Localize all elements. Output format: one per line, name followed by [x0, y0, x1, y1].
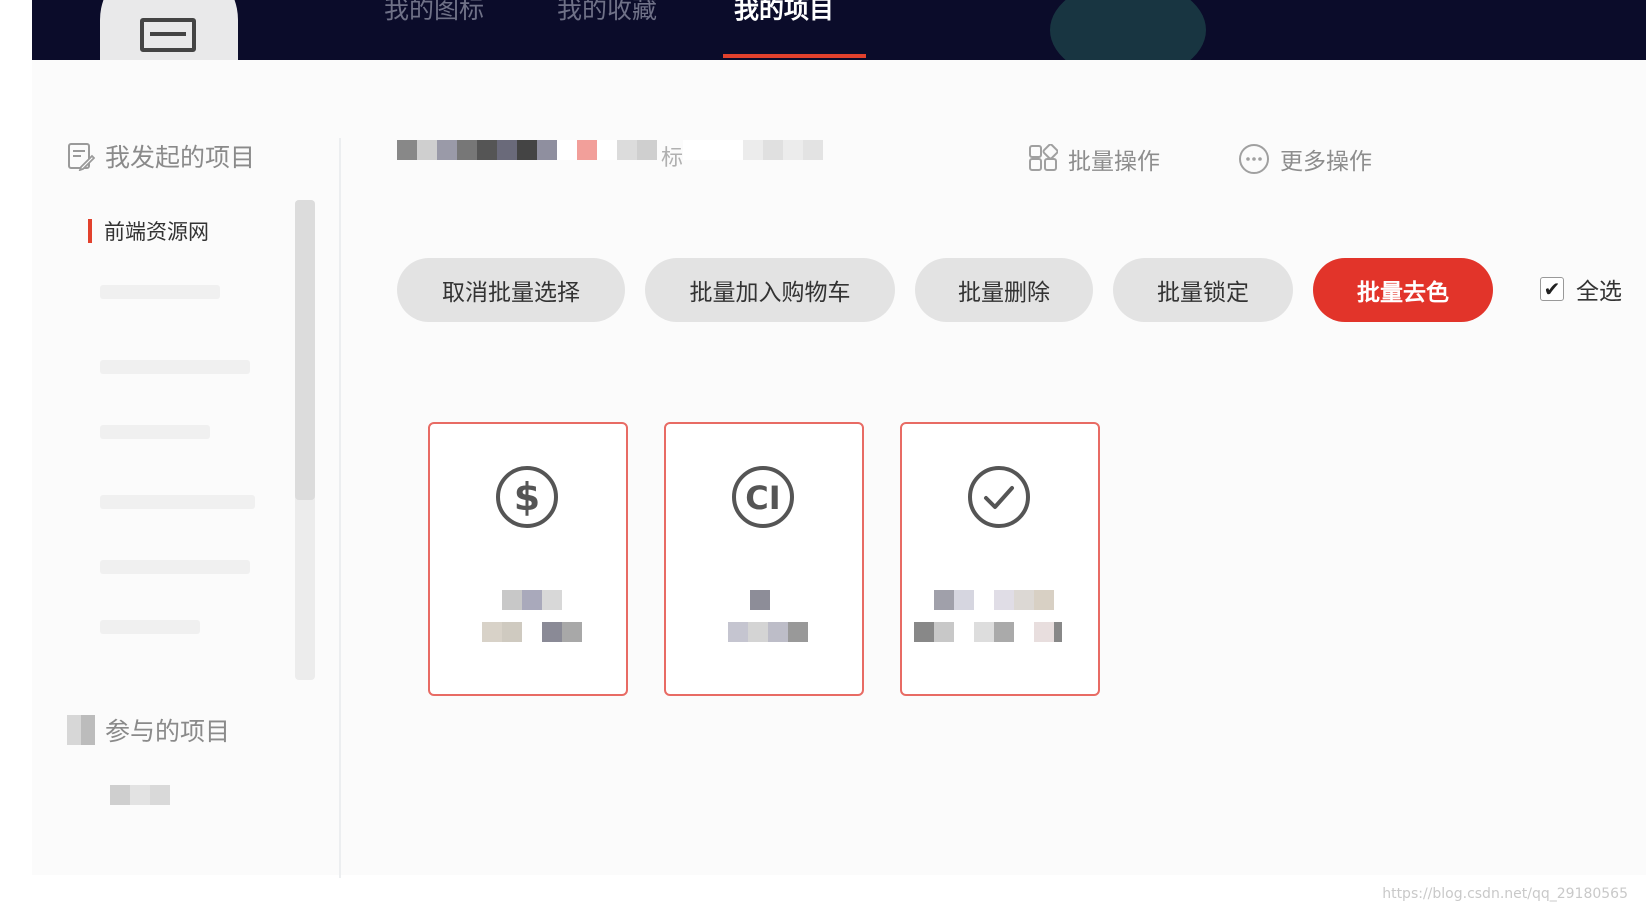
tab-my-projects[interactable]: 我的项目: [734, 0, 834, 60]
blurred-project-item[interactable]: [100, 425, 210, 439]
grid-select-icon: [1029, 144, 1058, 171]
sidebar-scrollbar[interactable]: [295, 200, 315, 680]
icon-card[interactable]: [900, 422, 1100, 696]
blurred-project-item[interactable]: [100, 620, 200, 634]
more-ops-link[interactable]: 更多操作: [1238, 142, 1372, 176]
sidebar-divider: [339, 138, 341, 878]
batch-decolor-button[interactable]: 批量去色: [1313, 258, 1493, 322]
blurred-project-item[interactable]: [100, 495, 255, 509]
project-title-blurred: 标: [397, 140, 824, 172]
svg-text:$: $: [514, 475, 540, 519]
top-nav-bar: 我的图标 我的收藏 我的项目: [32, 0, 1646, 60]
svg-text:CI: CI: [745, 479, 780, 517]
joined-projects-section-title: 参与的项目: [67, 712, 230, 748]
blurred-project-item[interactable]: [100, 285, 220, 299]
card-meta-blurred: [914, 622, 1062, 642]
more-dots-icon: [1239, 144, 1269, 174]
tab-my-favorites[interactable]: 我的收藏: [557, 0, 657, 60]
icon-card[interactable]: $: [428, 422, 628, 696]
dollar-circle-icon: $: [494, 464, 560, 530]
ci-circle-icon: CI: [730, 464, 796, 530]
card-meta-blurred: [728, 622, 808, 642]
icon-card[interactable]: CI: [664, 422, 864, 696]
select-all-checkbox[interactable]: ✔: [1540, 277, 1564, 301]
tab-my-projects-label: 我的项目: [734, 0, 835, 24]
more-ops-label: 更多操作: [1280, 149, 1372, 175]
tab-my-icons[interactable]: 我的图标: [384, 0, 484, 60]
cancel-batch-select-button[interactable]: 取消批量选择: [397, 258, 625, 322]
batch-ops-label: 批量操作: [1068, 149, 1160, 175]
avatar-box-icon: [140, 18, 196, 52]
my-projects-title-text: 我发起的项目: [105, 143, 256, 172]
tab-my-icons-label: 我的图标: [384, 0, 485, 24]
batch-delete-button[interactable]: 批量删除: [915, 258, 1093, 322]
joined-projects-title-text: 参与的项目: [105, 717, 231, 746]
blurred-project-item[interactable]: [100, 360, 250, 374]
select-all-label: 全选: [1576, 279, 1622, 305]
watermark: https://blog.csdn.net/qq_29180565: [1382, 886, 1628, 902]
sidebar-project-active-label: 前端资源网: [104, 220, 209, 244]
card-name-blurred: [750, 590, 770, 610]
sidebar-project-active[interactable]: 前端资源网: [88, 216, 209, 246]
edit-document-icon: [68, 143, 95, 171]
select-all-control[interactable]: ✔ 全选: [1540, 272, 1622, 306]
joined-projects-icon: [67, 715, 95, 745]
blurred-joined-project[interactable]: [110, 785, 170, 805]
tab-my-favorites-label: 我的收藏: [557, 0, 658, 24]
active-tab-underline: [723, 54, 866, 58]
card-name-blurred: [934, 590, 1054, 610]
batch-add-to-cart-button[interactable]: 批量加入购物车: [645, 258, 895, 322]
project-title-suffix: 标: [661, 146, 684, 171]
check-circle-icon: [966, 464, 1032, 530]
blurred-project-item[interactable]: [100, 560, 250, 574]
user-avatar[interactable]: [100, 0, 238, 60]
nav-decorative-blob: [1050, 0, 1206, 60]
card-name-blurred: [502, 590, 562, 610]
batch-ops-link[interactable]: 批量操作: [1028, 142, 1160, 176]
batch-lock-button[interactable]: 批量锁定: [1113, 258, 1293, 322]
card-meta-blurred: [482, 622, 582, 642]
my-projects-section-title: 我发起的项目: [67, 138, 255, 174]
sidebar-scrollbar-thumb[interactable]: [295, 200, 315, 500]
